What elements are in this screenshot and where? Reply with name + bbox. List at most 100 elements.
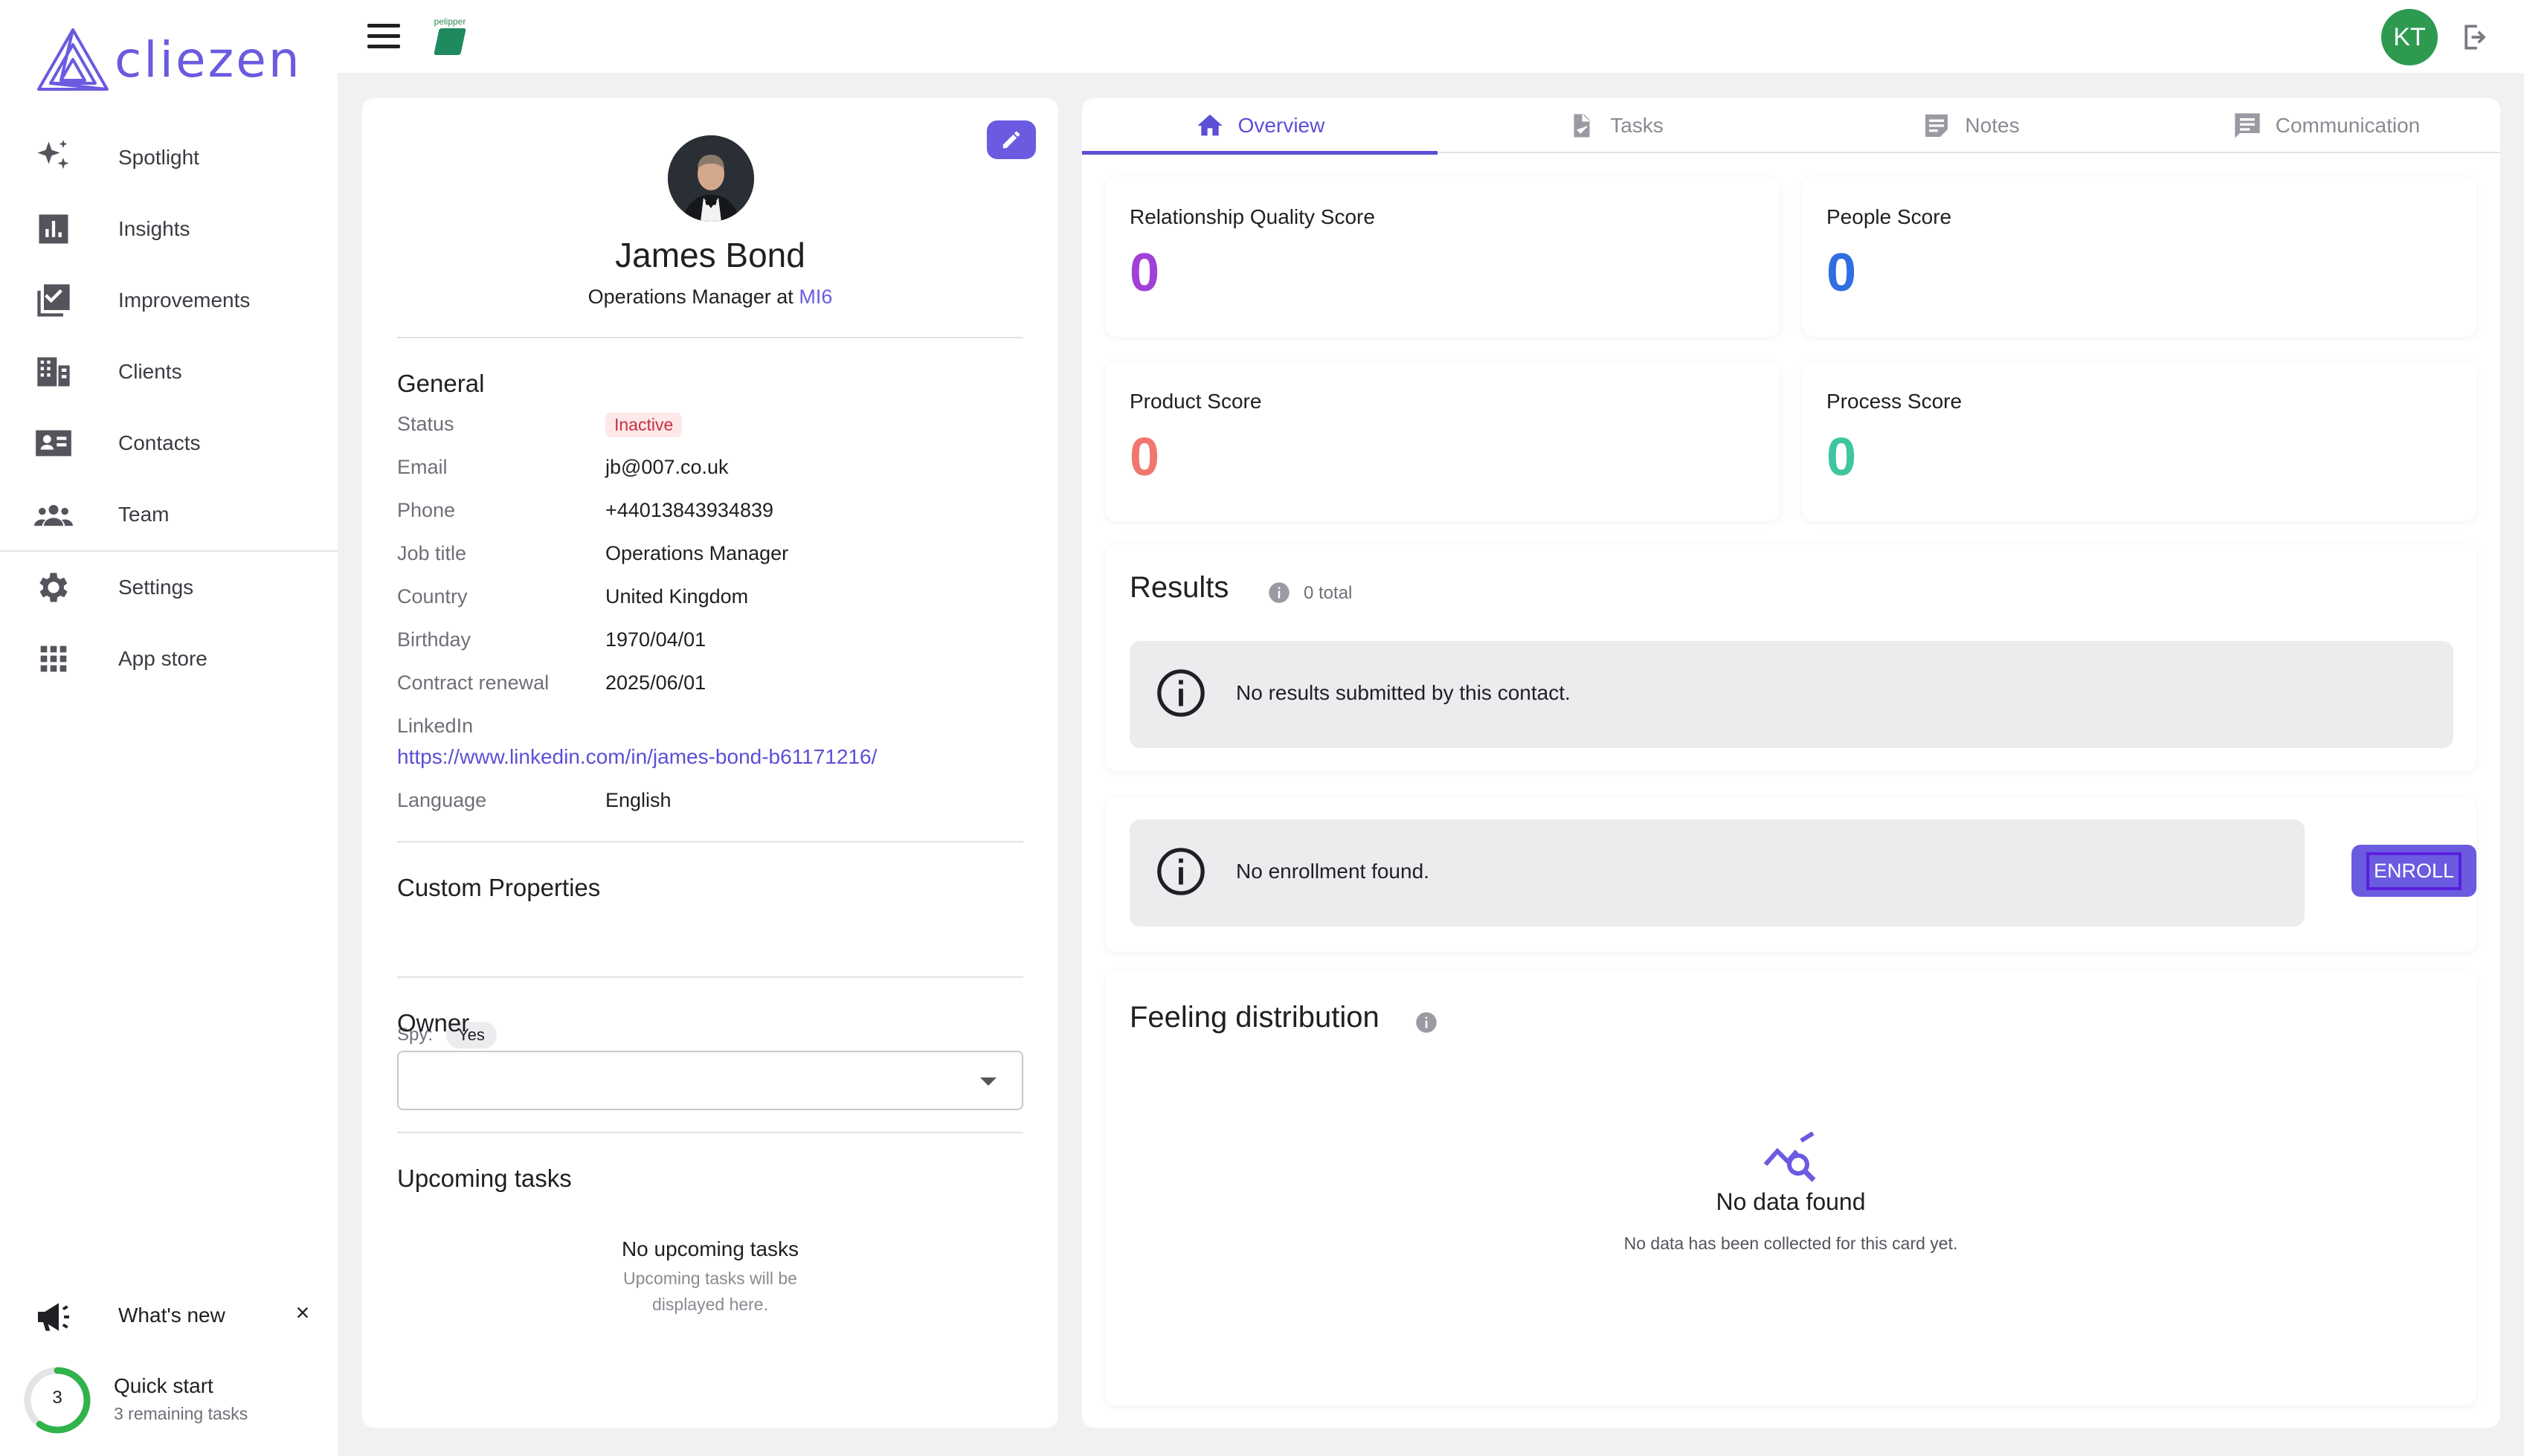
field-label: Contract renewal <box>397 671 550 694</box>
tab-bar: Overview Tasks Notes Communication <box>1082 98 2500 155</box>
sidebar-item-clients[interactable]: Clients <box>0 342 338 402</box>
no-data-subtitle: No data has been collected for this card… <box>1623 1234 1958 1253</box>
sidebar-item-contacts[interactable]: Contacts <box>0 413 338 473</box>
edit-button[interactable] <box>987 120 1036 159</box>
tasks-empty-title: No upcoming tasks <box>621 1237 799 1260</box>
sidebar-item-label: Spotlight <box>118 146 199 169</box>
contact-role-text: Operations Manager at <box>587 286 799 308</box>
general-section-title: General <box>397 370 485 397</box>
field-email: Email jb@007.co.uk <box>397 456 1023 486</box>
field-phone: Phone +44013843934839 <box>397 499 1023 529</box>
team-icon <box>34 495 73 534</box>
score-card-people: People Score 0 <box>1803 177 2476 337</box>
tab-tasks[interactable]: Tasks <box>1438 98 1793 153</box>
tab-label: Notes <box>1965 114 2020 137</box>
upcoming-tasks-title: Upcoming tasks <box>397 1165 572 1192</box>
sidebar-item-label: Settings <box>118 576 194 599</box>
field-label: Language <box>397 789 487 811</box>
score-value: 0 <box>1130 428 1160 487</box>
avatar <box>668 135 754 222</box>
sidebar-item-improvements[interactable]: Improvements <box>0 271 338 330</box>
feeling-distribution-title: Feeling distribution <box>1130 1001 1379 1034</box>
sidebar-item-label: App store <box>118 647 207 670</box>
tasks-empty-subtitle: Upcoming tasks will be displayed here. <box>623 1269 797 1314</box>
field-label: Country <box>397 585 468 608</box>
owner-select[interactable] <box>397 1051 1023 1110</box>
info-icon[interactable] <box>1268 582 1290 604</box>
sidebar-item-team[interactable]: Team <box>0 485 338 544</box>
quick-start-subtitle: 3 remaining tasks <box>114 1404 248 1423</box>
field-label: Phone <box>397 499 456 521</box>
enrollment-empty-text: No enrollment found. <box>1236 860 1429 883</box>
contact-name: James Bond <box>615 236 805 274</box>
contact-card-icon <box>34 424 73 463</box>
notes-icon <box>1925 115 1948 137</box>
menu-icon[interactable] <box>367 24 400 51</box>
sidebar-item-settings[interactable]: Settings <box>0 558 338 617</box>
info-outline-icon <box>1157 669 1205 717</box>
field-value: jb@007.co.uk <box>605 456 729 478</box>
workspace-logo-icon <box>434 28 466 55</box>
tab-communication[interactable]: Communication <box>2148 98 2504 153</box>
chevron-down-icon <box>980 1077 997 1086</box>
results-empty-text: No results submitted by this contact. <box>1236 681 1571 704</box>
field-job-title: Job title Operations Manager <box>397 542 1023 572</box>
field-value: +44013843934839 <box>605 499 773 521</box>
grid-icon <box>34 640 73 678</box>
checklist-icon <box>34 281 73 320</box>
info-icon[interactable] <box>1415 1011 1438 1034</box>
score-label: People Score <box>1826 205 1952 228</box>
sidebar-item-app-store[interactable]: App store <box>0 629 338 689</box>
feeling-distribution-card: Feeling distribution No data found No da… <box>1106 971 2476 1405</box>
field-value: 2025/06/01 <box>605 671 706 694</box>
logout-icon[interactable] <box>2459 21 2493 54</box>
app-logo[interactable]: cliezen <box>36 27 302 92</box>
company-link[interactable]: MI6 <box>799 286 832 308</box>
home-icon <box>1197 115 1223 136</box>
quick-start-count: 3 <box>52 1388 62 1408</box>
workspace-name: pelipper <box>434 16 466 27</box>
sidebar-item-label: Improvements <box>118 289 251 312</box>
owner-section-title: Owner <box>397 1009 470 1037</box>
field-value: 1970/04/01 <box>605 628 706 651</box>
field-value: United Kingdom <box>605 585 749 608</box>
sidebar-item-insights[interactable]: Insights <box>0 199 338 259</box>
field-language: Language English <box>397 789 1023 819</box>
close-icon[interactable]: × <box>292 1299 314 1327</box>
tab-label: Tasks <box>1610 114 1664 137</box>
results-title: Results <box>1130 571 1229 604</box>
info-outline-icon <box>1157 848 1205 895</box>
contact-profile-card: James Bond Operations Manager at MI6 Gen… <box>362 98 1058 1428</box>
no-data-title: No data found <box>1716 1188 1866 1215</box>
divider <box>397 976 1023 978</box>
whats-new[interactable]: What's new × <box>0 1290 338 1342</box>
user-avatar[interactable]: KT <box>2381 9 2438 65</box>
pencil-icon <box>1002 131 1020 149</box>
task-doc-icon <box>1572 112 1592 139</box>
app-name: cliezen <box>115 30 302 88</box>
quick-start[interactable]: 3 Quick start 3 remaining tasks <box>22 1365 327 1437</box>
building-icon <box>34 352 73 391</box>
tab-label: Overview <box>1237 114 1325 137</box>
tab-notes[interactable]: Notes <box>1793 98 2148 153</box>
field-value: English <box>605 789 672 811</box>
enroll-button-label: ENROLL <box>2366 851 2462 890</box>
search-chart-icon <box>1763 1132 1816 1182</box>
field-label: LinkedIn <box>397 715 474 737</box>
top-bar: pelipper KT <box>338 0 2524 73</box>
linkedin-link[interactable]: https://www.linkedin.com/in/james-bond-b… <box>397 745 877 769</box>
field-linkedin: LinkedIn <box>397 715 1023 744</box>
sidebar-item-label: Insights <box>118 217 190 240</box>
sidebar-item-spotlight[interactable]: Spotlight <box>0 128 338 187</box>
field-value: Operations Manager <box>605 542 789 564</box>
tab-overview[interactable]: Overview <box>1082 98 1438 155</box>
score-value: 0 <box>1826 428 1857 487</box>
enroll-button[interactable]: ENROLL <box>2351 845 2476 897</box>
whats-new-label: What's new <box>118 1304 225 1327</box>
megaphone-icon <box>33 1296 74 1338</box>
gear-icon <box>34 568 73 607</box>
score-label: Process Score <box>1826 390 1963 413</box>
sidebar-item-label: Contacts <box>118 431 201 454</box>
sidebar-divider <box>0 550 338 552</box>
workspace-logo[interactable]: pelipper <box>427 16 473 61</box>
